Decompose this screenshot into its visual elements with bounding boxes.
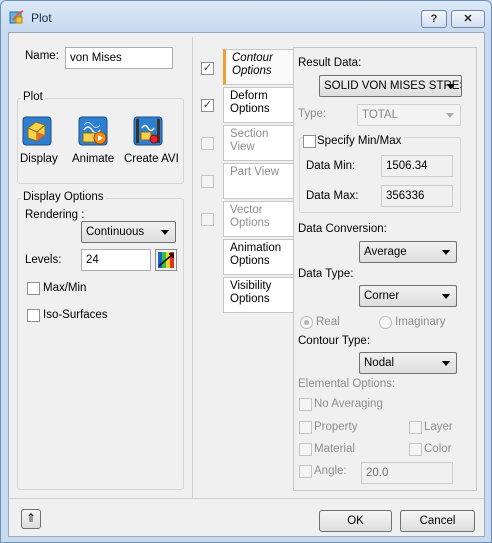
contour-type-label: Contour Type: <box>298 335 371 347</box>
maxmin-label[interactable]: Max/Min <box>43 282 86 294</box>
data-max-input[interactable]: 356336 <box>381 185 453 207</box>
data-type-label: Data Type: <box>298 268 354 280</box>
result-data-select[interactable]: SOLID VON MISES STRES <box>319 75 462 97</box>
tab-part-label: Part View <box>230 166 280 178</box>
tab-vector-label: Vector Options <box>230 204 270 229</box>
dialog-client-area: Name: von Mises Plot Display Animate Cre… <box>8 32 485 537</box>
data-min-input[interactable]: 1506.34 <box>381 155 453 177</box>
tab-deform-options[interactable]: Deform Options <box>223 87 294 123</box>
type-value: TOTAL <box>362 109 398 121</box>
create-avi-label[interactable]: Create AVI <box>124 153 179 165</box>
tab-section-view[interactable]: Section View <box>223 125 294 161</box>
chevron-down-icon <box>442 294 450 299</box>
layer-label[interactable]: Layer <box>424 421 453 433</box>
data-conversion-value: Average <box>364 246 407 258</box>
chevron-down-icon <box>161 230 169 235</box>
deform-tab-checkbox[interactable]: ✓ <box>201 99 214 112</box>
chevron-down-icon <box>447 84 455 89</box>
chevron-down-icon <box>442 250 450 255</box>
color-map-icon[interactable] <box>155 249 177 271</box>
data-type-select[interactable]: Corner <box>359 285 457 307</box>
part-tab-checkbox[interactable] <box>201 175 214 188</box>
collapse-button[interactable]: ⇑ <box>21 509 41 529</box>
cancel-button[interactable]: Cancel <box>400 510 475 532</box>
vector-tab-checkbox[interactable] <box>201 213 214 226</box>
title-bar: Plot ? ✕ <box>1 1 491 33</box>
specify-minmax-checkbox[interactable] <box>303 135 316 148</box>
close-button[interactable]: ✕ <box>451 10 485 28</box>
elemental-options-label: Elemental Options: <box>298 378 396 390</box>
tab-animation-options[interactable]: Animation Options <box>223 239 294 275</box>
rendering-label: Rendering : <box>25 209 85 221</box>
animate-icon[interactable] <box>78 116 108 146</box>
display-label[interactable]: Display <box>20 153 58 165</box>
data-type-value: Corner <box>364 290 400 302</box>
tab-section-label: Section View <box>230 128 269 153</box>
contour-tab-checkbox[interactable]: ✓ <box>201 62 214 75</box>
no-averaging-checkbox[interactable] <box>299 398 312 411</box>
material-label[interactable]: Material <box>314 443 355 455</box>
data-min-label: Data Min: <box>306 160 356 172</box>
result-data-value: SOLID VON MISES STRES <box>324 80 462 92</box>
data-conversion-select[interactable]: Average <box>359 241 457 263</box>
contour-type-select[interactable]: Nodal <box>359 352 457 374</box>
angle-input[interactable]: 20.0 <box>361 462 453 484</box>
rendering-value: Continuous <box>86 226 145 238</box>
imaginary-radio[interactable] <box>379 316 392 329</box>
color-checkbox[interactable] <box>409 443 422 456</box>
real-radio[interactable] <box>300 316 313 329</box>
footer-divider <box>9 498 484 499</box>
create-avi-icon[interactable] <box>133 116 163 146</box>
help-button[interactable]: ? <box>421 10 447 28</box>
tab-visibility-options[interactable]: Visibility Options <box>223 277 294 313</box>
panel-divider <box>192 37 193 499</box>
rendering-select[interactable]: Continuous <box>81 221 176 243</box>
iso-surfaces-checkbox[interactable] <box>27 309 40 322</box>
tab-deform-label: Deform Options <box>230 90 270 115</box>
result-data-label: Result Data: <box>298 57 362 69</box>
data-max-label: Data Max: <box>306 190 359 202</box>
plot-app-icon <box>9 10 24 24</box>
angle-checkbox[interactable] <box>299 465 312 478</box>
color-label[interactable]: Color <box>424 443 451 455</box>
property-checkbox[interactable] <box>299 421 312 434</box>
tab-visibility-label: Visibility Options <box>230 280 272 305</box>
name-input[interactable]: von Mises <box>65 47 173 69</box>
section-tab-checkbox[interactable] <box>201 137 214 150</box>
tab-contour-label: Contour Options <box>232 52 273 77</box>
plot-dialog: Plot ? ✕ Name: von Mises Plot Display An… <box>0 0 492 543</box>
levels-input[interactable]: 24 <box>81 249 151 271</box>
type-label: Type: <box>298 108 327 120</box>
chevron-down-icon <box>442 361 450 366</box>
specify-minmax-label[interactable]: Specify Min/Max <box>317 135 404 147</box>
display-icon[interactable] <box>22 116 52 146</box>
display-options-label: Display Options <box>21 191 106 203</box>
tab-vector-options[interactable]: Vector Options <box>223 201 294 237</box>
ok-button[interactable]: OK <box>319 510 392 532</box>
plot-group-label: Plot <box>21 91 45 103</box>
tab-part-view[interactable]: Part View <box>223 163 294 199</box>
property-label[interactable]: Property <box>314 421 357 433</box>
no-averaging-label[interactable]: No Averaging <box>314 398 383 410</box>
window-title: Plot <box>31 11 52 25</box>
layer-checkbox[interactable] <box>409 421 422 434</box>
tab-contour-options[interactable]: Contour Options <box>223 49 294 85</box>
data-conversion-label: Data Conversion: <box>298 223 387 235</box>
maxmin-checkbox[interactable] <box>27 282 40 295</box>
imaginary-label[interactable]: Imaginary <box>395 316 446 328</box>
tab-animation-label: Animation Options <box>230 242 282 267</box>
name-label: Name: <box>25 50 59 62</box>
real-label[interactable]: Real <box>316 316 340 328</box>
angle-label[interactable]: Angle: <box>314 465 347 477</box>
type-select[interactable]: TOTAL <box>357 104 461 126</box>
chevron-down-icon <box>446 113 454 118</box>
animate-label[interactable]: Animate <box>72 153 114 165</box>
contour-type-value: Nodal <box>364 357 395 369</box>
material-checkbox[interactable] <box>299 443 312 456</box>
levels-label: Levels: <box>25 254 62 266</box>
iso-surfaces-label[interactable]: Iso-Surfaces <box>43 309 108 321</box>
